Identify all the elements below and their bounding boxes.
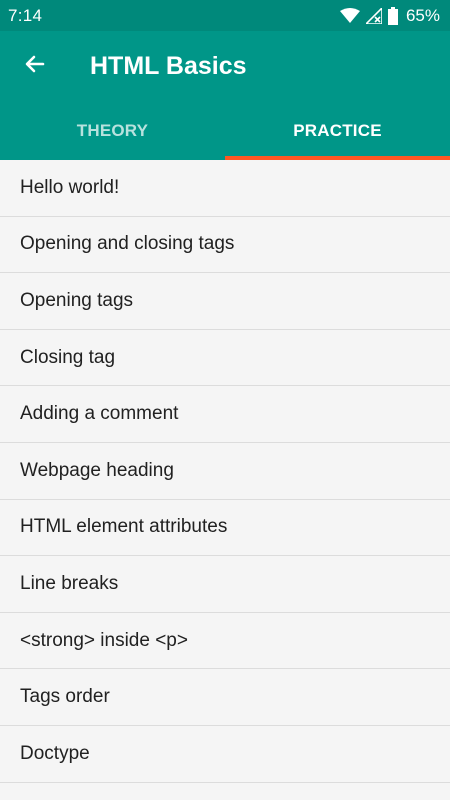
list-item-label: Closing tag (20, 346, 116, 368)
list-item-label: Hello world! (20, 176, 120, 198)
tab-practice-label: PRACTICE (293, 120, 382, 140)
status-icons: 65% (339, 5, 440, 26)
list-item[interactable]: Adding a comment (0, 386, 450, 443)
list-item-label: Doctype (20, 742, 90, 764)
battery-percentage: 65% (405, 5, 440, 25)
back-button[interactable] (0, 31, 70, 101)
signal-icon (365, 7, 382, 24)
tab-practice[interactable]: PRACTICE (225, 101, 450, 160)
page-title: HTML Basics (90, 51, 247, 80)
app-bar: HTML Basics THEORY PRACTICE (0, 31, 450, 160)
tab-theory-label: THEORY (76, 120, 149, 140)
list-item[interactable]: <strong> inside <p> (0, 612, 450, 670)
list-item[interactable]: Opening tags (0, 273, 450, 330)
list-item-label: Adding a comment (20, 403, 179, 425)
list-item[interactable]: HTML element attributes (0, 499, 450, 557)
tab-bar: THEORY PRACTICE (0, 101, 450, 160)
list-item[interactable]: Closing tag (0, 329, 450, 387)
status-bar: 7:14 65% (0, 0, 450, 31)
list-item-label: Line breaks (20, 572, 119, 594)
list-item[interactable]: Webpage heading (0, 442, 450, 500)
lesson-list: Hello world! Opening and closing tags Op… (0, 160, 450, 783)
list-item-label: Webpage heading (20, 459, 174, 481)
list-item-label: <strong> inside <p> (20, 629, 188, 651)
toolbar: HTML Basics (0, 31, 450, 101)
list-item-label: Opening tags (20, 289, 134, 311)
list-item[interactable]: Line breaks (0, 556, 450, 613)
list-item-label: HTML element attributes (20, 516, 228, 538)
tab-theory[interactable]: THEORY (0, 101, 225, 160)
wifi-icon (339, 7, 360, 24)
list-item-label: Opening and closing tags (20, 233, 235, 255)
list-item[interactable]: Hello world! (0, 160, 450, 217)
arrow-back-icon (23, 52, 47, 81)
status-time: 7:14 (8, 5, 43, 25)
list-item[interactable]: Doctype (0, 725, 450, 783)
list-item[interactable]: Opening and closing tags (0, 216, 450, 274)
battery-icon (387, 6, 398, 25)
list-item[interactable]: Tags order (0, 669, 450, 726)
list-item-label: Tags order (20, 686, 110, 708)
